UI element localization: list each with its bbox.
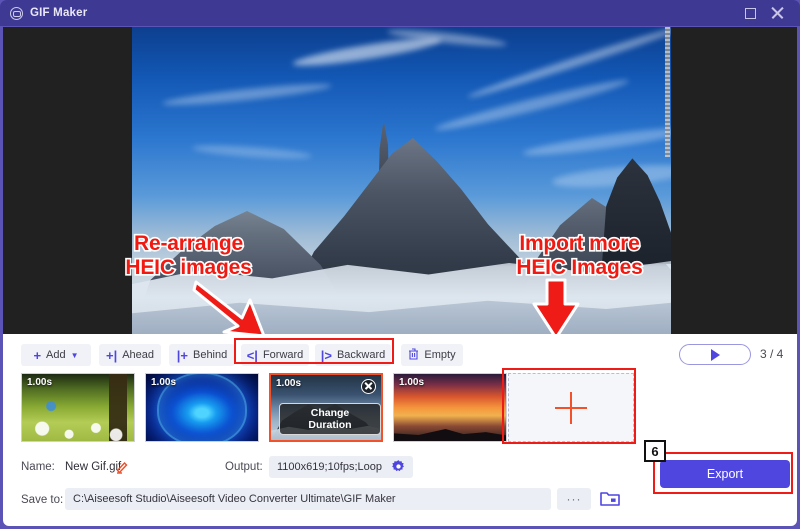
- gif-maker-logo-icon: [10, 6, 23, 20]
- ruler-icon: [665, 27, 670, 157]
- add-button-label: Add: [46, 349, 66, 361]
- browse-button[interactable]: ···: [557, 488, 591, 510]
- pencil-icon[interactable]: [115, 460, 129, 474]
- export-button[interactable]: Export: [660, 460, 790, 488]
- close-icon[interactable]: [770, 6, 784, 20]
- save-location-row: Save to: C:\Aiseesoft Studio\Aiseesoft V…: [3, 486, 797, 516]
- output-label: Output:: [225, 461, 263, 473]
- add-button[interactable]: + Add ▼: [21, 344, 91, 366]
- gif-name-value: New Gif.gif: [65, 461, 122, 473]
- save-to-label: Save to:: [21, 494, 64, 506]
- insert-behind-icon: |+: [176, 347, 188, 363]
- move-forward-button[interactable]: <| Forward: [241, 344, 309, 366]
- folder-icon[interactable]: [599, 489, 621, 508]
- window-controls: [745, 0, 794, 26]
- step-badge: 6: [644, 440, 666, 462]
- add-media-dropzone[interactable]: [508, 373, 634, 442]
- cloud-wisp: [161, 80, 333, 109]
- move-backward-button[interactable]: |> Backward: [315, 344, 391, 366]
- preview-stage: [3, 27, 797, 334]
- duration-label: 1.00s: [27, 377, 53, 388]
- thumbnail-item-selected[interactable]: 1.00s Change Duration: [269, 373, 383, 442]
- annotation-import-more: Import more HEIC Images: [515, 230, 645, 280]
- move-forward-label: Forward: [262, 349, 304, 361]
- annotation-rearrange: Re-arrange HEIC images: [124, 230, 254, 280]
- insert-ahead-label: Ahead: [122, 349, 155, 361]
- name-label: Name:: [21, 461, 55, 473]
- gear-icon[interactable]: [391, 459, 406, 474]
- duration-label: 1.00s: [151, 377, 177, 388]
- editor-panel: + Add ▼ +| Ahead |+ Behind <| Forward |>…: [3, 334, 797, 526]
- thumbnail-strip: 1.00s 1.00s 1.00s Change Duration 1.00s: [3, 370, 797, 448]
- insert-behind-label: Behind: [192, 349, 228, 361]
- insert-ahead-icon: +|: [105, 347, 118, 363]
- play-icon: [710, 348, 720, 361]
- insert-ahead-button[interactable]: +| Ahead: [99, 344, 161, 366]
- down-right-arrow-icon: [190, 278, 270, 340]
- frame-counter: 3 / 4: [760, 347, 784, 361]
- cloud-wisp: [433, 74, 631, 136]
- plus-icon: +: [33, 347, 42, 363]
- cloud-wisp: [521, 123, 671, 160]
- move-backward-icon: |>: [320, 347, 332, 363]
- move-backward-label: Backward: [336, 349, 386, 361]
- thumbnail-item[interactable]: 1.00s: [393, 373, 507, 442]
- plus-icon: [555, 391, 587, 424]
- move-forward-icon: <|: [246, 347, 258, 363]
- empty-button[interactable]: Empty: [401, 344, 463, 366]
- duration-label: 1.00s: [399, 377, 425, 388]
- cloud-wisp: [551, 160, 671, 192]
- insert-behind-button[interactable]: |+ Behind: [169, 344, 235, 366]
- thumbnail-item[interactable]: 1.00s: [145, 373, 259, 442]
- cloud-wisp: [191, 142, 313, 162]
- title-bar: GIF Maker: [0, 0, 800, 26]
- empty-button-label: Empty: [424, 349, 456, 361]
- down-arrow-icon: [528, 276, 584, 340]
- gif-maker-window: GIF Maker Re-arrange HEIC images Import …: [0, 0, 800, 529]
- thumbnail-item[interactable]: 1.00s: [21, 373, 135, 442]
- maximize-icon[interactable]: [745, 7, 756, 19]
- chevron-down-icon: ▼: [70, 350, 79, 360]
- duration-label: 1.00s: [276, 378, 302, 389]
- title-bar-left: GIF Maker: [0, 6, 88, 20]
- window-title: GIF Maker: [30, 7, 88, 19]
- remove-thumbnail-icon[interactable]: [361, 379, 376, 394]
- play-button[interactable]: [679, 344, 751, 365]
- save-path-input[interactable]: C:\Aiseesoft Studio\Aiseesoft Video Conv…: [65, 488, 551, 510]
- trash-icon: [408, 348, 419, 362]
- change-duration-button[interactable]: Change Duration: [279, 403, 381, 435]
- timeline-toolbar: + Add ▼ +| Ahead |+ Behind <| Forward |>…: [3, 340, 797, 370]
